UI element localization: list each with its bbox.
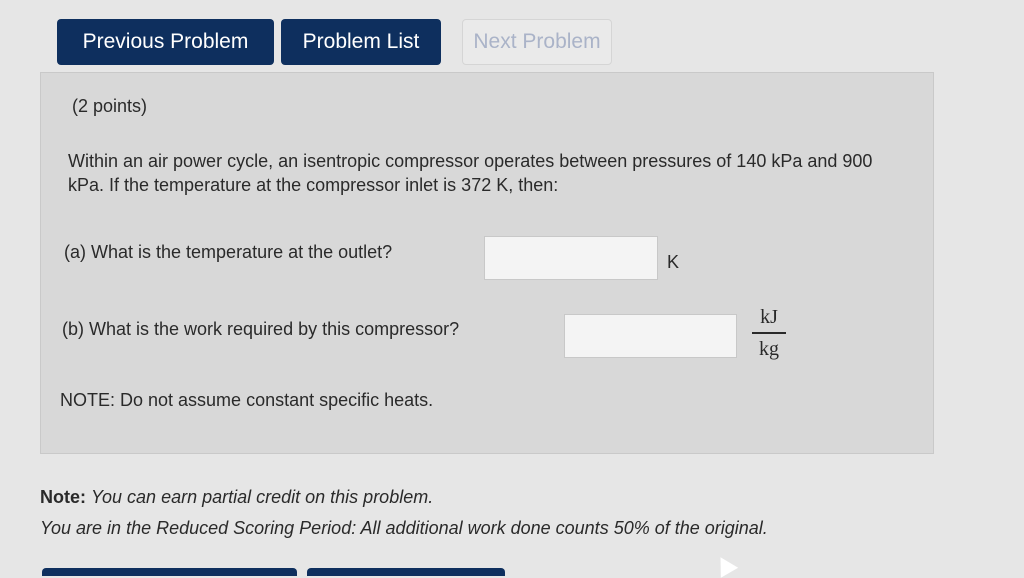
points-label: (2 points) [72, 96, 148, 116]
mouse-cursor-icon [711, 552, 739, 578]
part-a-question: (a) What is the temperature at the outle… [64, 242, 393, 262]
note-label: Note: [40, 487, 86, 507]
problem-statement: Within an air power cycle, an isentropic… [68, 151, 873, 195]
previous-problem-button[interactable]: Previous Problem [57, 19, 274, 65]
part-b-question: (b) What is the work required by this co… [62, 319, 460, 339]
part-b-unit-fraction: kJ kg [752, 304, 786, 362]
fraction-bar [752, 332, 786, 334]
preview-button-partial[interactable] [307, 568, 505, 576]
unit-denominator: kg [759, 338, 779, 360]
note-text: You can earn partial credit on this prob… [91, 487, 434, 507]
problem-note: NOTE: Do not assume constant specific he… [60, 390, 434, 410]
submit-button-partial[interactable] [42, 568, 297, 576]
problem-list-button[interactable]: Problem List [281, 19, 441, 65]
scoring-period-note: You are in the Reduced Scoring Period: A… [40, 518, 768, 538]
part-b-answer-input[interactable] [564, 314, 737, 358]
part-a-answer-input[interactable] [484, 236, 658, 280]
partial-credit-note: Note: You can earn partial credit on thi… [40, 485, 433, 509]
unit-numerator: kJ [760, 306, 778, 328]
part-a-unit: K [667, 252, 680, 272]
next-problem-button: Next Problem [462, 19, 612, 65]
